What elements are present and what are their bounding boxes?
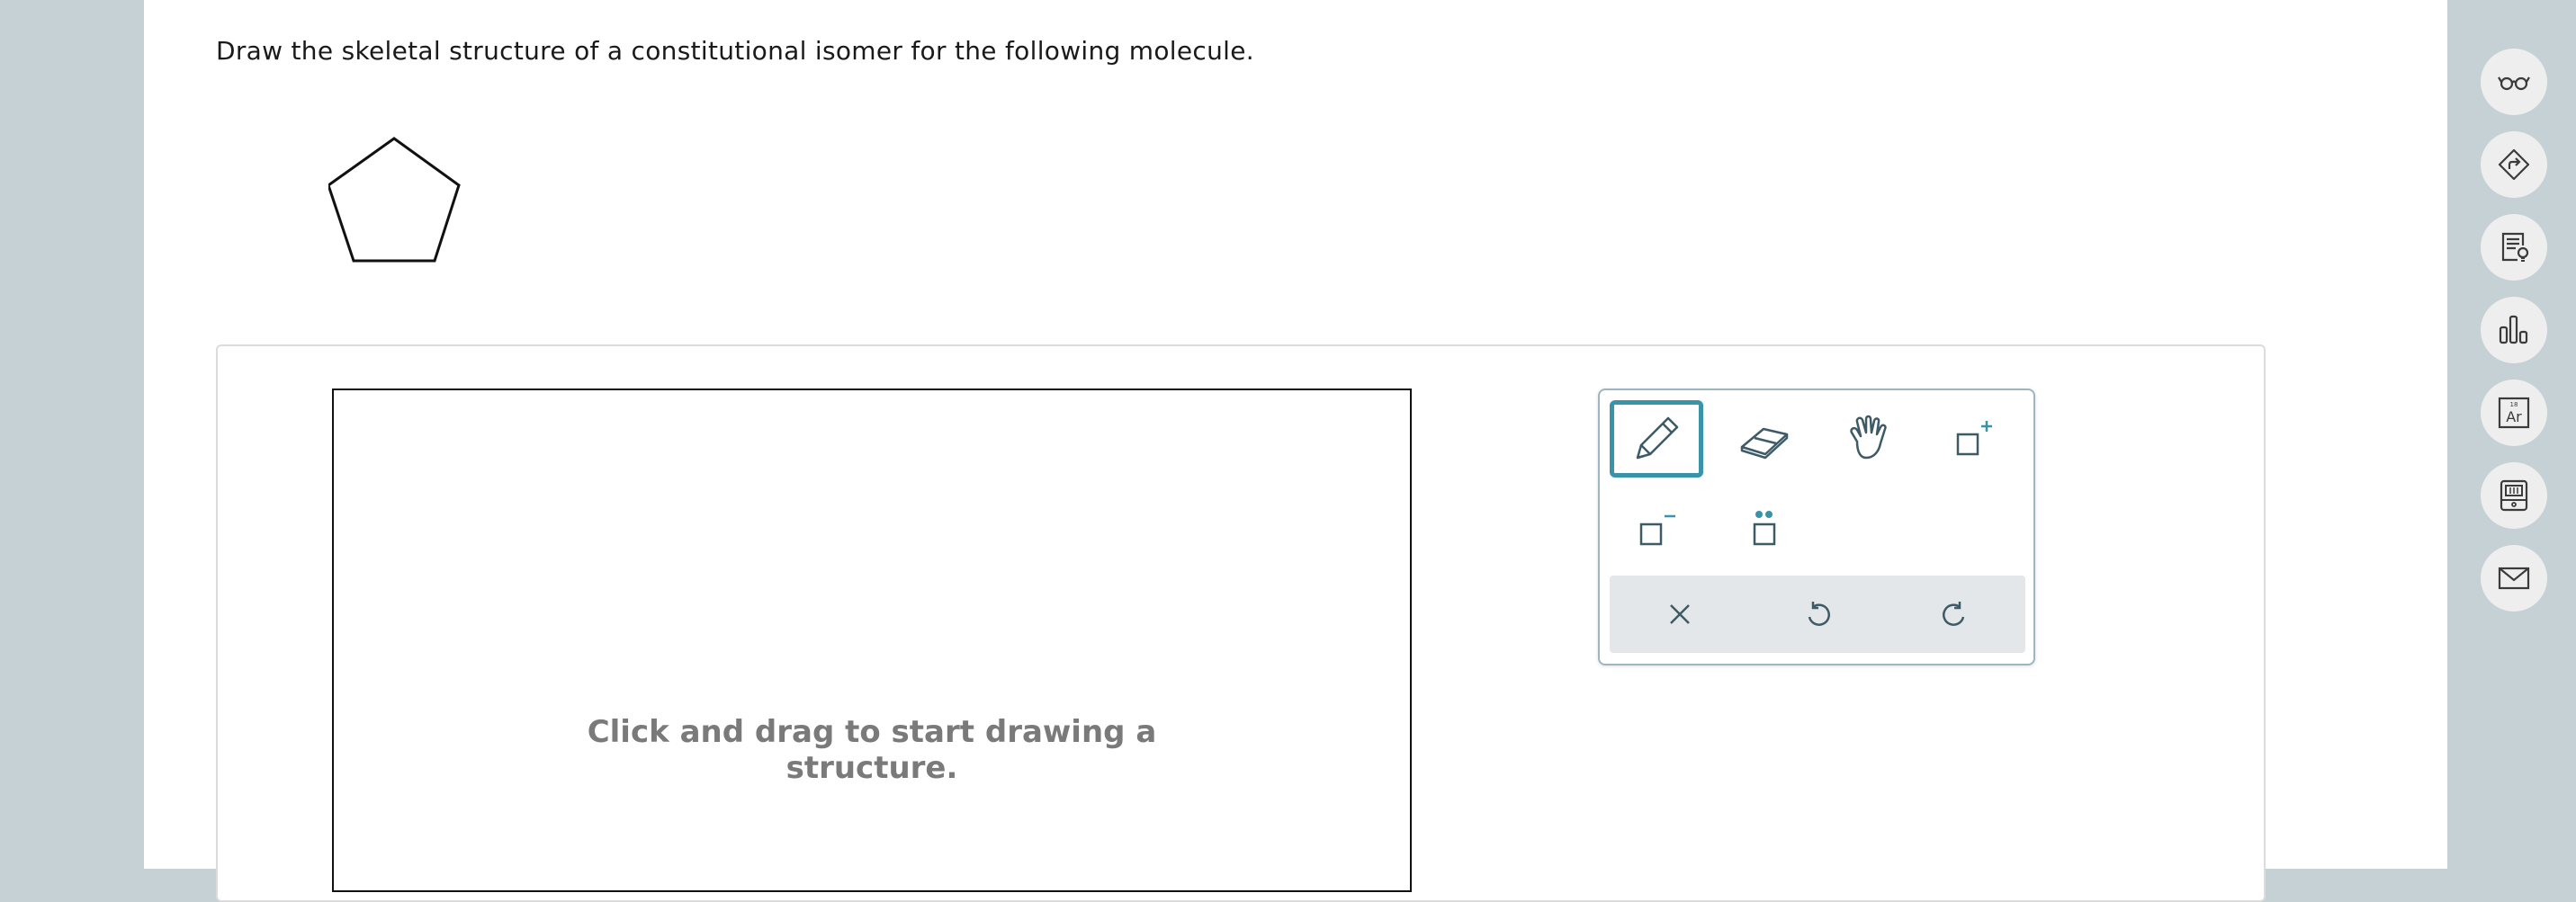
undo-icon: [1808, 602, 1830, 626]
positive-charge-icon: [1956, 421, 1992, 456]
periodic-element-icon: 18 Ar: [2498, 397, 2530, 429]
cyclopentane-structure: [328, 137, 461, 263]
message-button[interactable]: [2481, 545, 2547, 612]
add-lone-pair-tool[interactable]: [1718, 490, 1811, 567]
clear-button[interactable]: [1626, 576, 1734, 653]
pencil-tool[interactable]: [1610, 400, 1703, 478]
hand-tool[interactable]: [1822, 400, 1916, 478]
periodic-table-button[interactable]: 18 Ar: [2481, 380, 2547, 446]
redo-button[interactable]: [1901, 576, 2009, 653]
reports-button[interactable]: [2481, 297, 2547, 363]
hint-button[interactable]: [2481, 214, 2547, 281]
calculator-button[interactable]: [2481, 462, 2547, 529]
drawing-canvas[interactable]: Click and drag to start drawing a struct…: [332, 388, 1412, 892]
drawing-toolbox: [1598, 388, 2035, 665]
add-positive-charge-tool[interactable]: [1926, 400, 2020, 478]
undo-button[interactable]: [1764, 576, 1871, 653]
canvas-hint-line2: structure.: [785, 750, 958, 786]
directions-button[interactable]: [2481, 131, 2547, 198]
main-page: Draw the skeletal structure of a constit…: [144, 0, 2547, 902]
route-icon: [2498, 148, 2530, 181]
calculator-icon: [2500, 479, 2528, 512]
lone-pair-icon: [1753, 511, 1776, 546]
eraser-icon: [1740, 427, 1789, 460]
atomic-number: 18: [2510, 401, 2518, 408]
bar-chart-icon: [2499, 315, 2528, 344]
question-prompt: Draw the skeletal structure of a constit…: [216, 36, 1254, 66]
add-negative-charge-tool[interactable]: [1610, 490, 1703, 567]
redo-icon: [1943, 602, 1965, 626]
close-icon: [1670, 604, 1690, 624]
element-symbol: Ar: [2506, 408, 2522, 425]
eraser-tool[interactable]: [1718, 400, 1811, 478]
hand-icon: [1850, 415, 1887, 460]
glasses-icon: [2498, 76, 2530, 91]
canvas-hint-line1: Click and drag to start drawing a: [587, 714, 1157, 750]
action-bar: [1610, 576, 2025, 653]
negative-charge-icon: [1639, 514, 1675, 546]
pencil-icon: [1636, 416, 1679, 460]
envelope-icon: [2498, 567, 2530, 590]
canvas-hint: Click and drag to start drawing a struct…: [334, 714, 1410, 786]
document-lightbulb-icon: [2501, 232, 2529, 262]
explanation-button[interactable]: [2481, 49, 2547, 115]
